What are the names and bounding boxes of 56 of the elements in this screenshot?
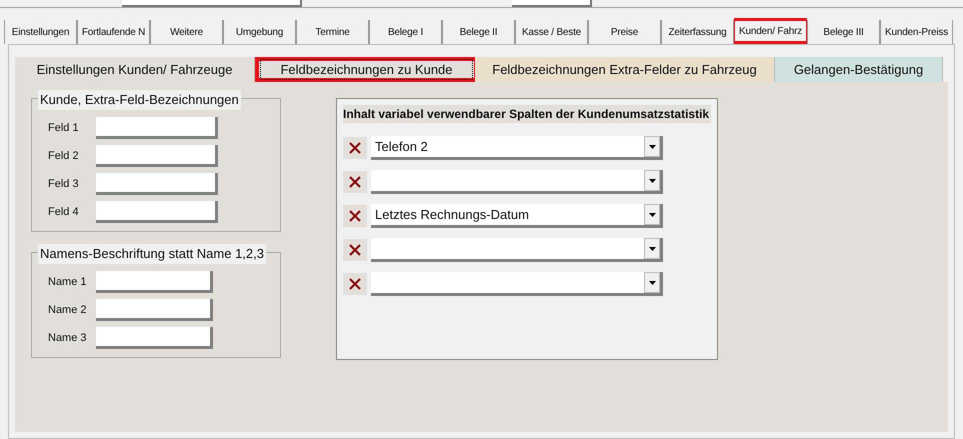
input-field[interactable]	[122, 0, 302, 7]
close-icon	[349, 278, 361, 290]
dropdown[interactable]	[371, 170, 663, 194]
tab[interactable]: Belege III	[807, 20, 880, 44]
tab[interactable]: Feldbezeichnungen Extra-Felder zu Fahrzeug	[475, 57, 775, 82]
field-label: Name 1	[48, 274, 88, 290]
field-label: Feld 2	[48, 148, 80, 164]
dropdown[interactable]: Letztes Rechnungs-Datum	[371, 204, 663, 228]
delete-button[interactable]	[343, 239, 367, 261]
tab[interactable]: Fortlaufende N	[77, 20, 150, 44]
delete-button[interactable]	[343, 137, 367, 159]
tab[interactable]: Zeiterfassung	[661, 20, 734, 44]
tab[interactable]: Preise	[588, 20, 661, 44]
field-label: Feld 3	[48, 176, 80, 192]
dropdown[interactable]	[371, 238, 663, 262]
field-label: Name 2	[48, 302, 88, 318]
input-field[interactable]	[96, 299, 213, 321]
tab[interactable]: Einstellungen	[4, 20, 77, 44]
tab[interactable]: Belege II	[442, 20, 515, 44]
close-icon	[349, 142, 361, 154]
caret-icon	[648, 246, 656, 250]
tab[interactable]: Einstellungen Kunden/ Fahrzeuge	[15, 57, 255, 82]
caret-icon	[648, 280, 656, 284]
tab[interactable]: Belege I	[369, 20, 442, 44]
close-icon	[349, 210, 361, 222]
dropdown[interactable]: Telefon 2	[371, 136, 663, 160]
field-label: Feld 1	[48, 120, 80, 136]
delete-button[interactable]	[343, 171, 367, 193]
field-label: Feld 4	[48, 204, 80, 220]
tab[interactable]: Gelangen-Bestätigung	[775, 57, 943, 82]
input-field[interactable]	[96, 327, 213, 349]
input-field[interactable]	[96, 117, 218, 139]
tab[interactable]: Feldbezeichnungen zu Kunde	[255, 57, 475, 82]
group-title: Kunde, Extra-Feld-Bezeichnungen	[38, 90, 241, 110]
tab[interactable]: Kunden-Preiss	[880, 20, 953, 44]
dropdown[interactable]	[371, 272, 663, 296]
tab[interactable]: Termine	[296, 20, 369, 44]
group-title: Namens-Beschriftung statt Name 1,2,3	[38, 244, 266, 264]
input-field[interactable]	[96, 201, 218, 223]
input-field[interactable]	[96, 271, 213, 293]
close-icon	[349, 176, 361, 188]
panel-title: Inhalt variabel verwendbarer Spalten der Kundenumsatzstatistik	[343, 105, 712, 123]
tab[interactable]: Kunden/ Fahrz	[734, 18, 807, 44]
caret-icon	[648, 178, 656, 182]
input-field[interactable]	[96, 145, 218, 167]
delete-button[interactable]	[343, 205, 367, 227]
field-label: Name 3	[48, 330, 88, 346]
tab[interactable]: Weitere	[150, 20, 223, 44]
delete-button[interactable]	[343, 273, 367, 295]
close-icon	[349, 244, 361, 256]
caret-icon	[648, 212, 656, 216]
caret-icon	[648, 144, 656, 148]
input-field[interactable]	[512, 0, 592, 7]
tab[interactable]: Kasse / Beste	[515, 20, 588, 44]
tab[interactable]: Umgebung	[223, 20, 296, 44]
input-field[interactable]	[96, 173, 218, 195]
